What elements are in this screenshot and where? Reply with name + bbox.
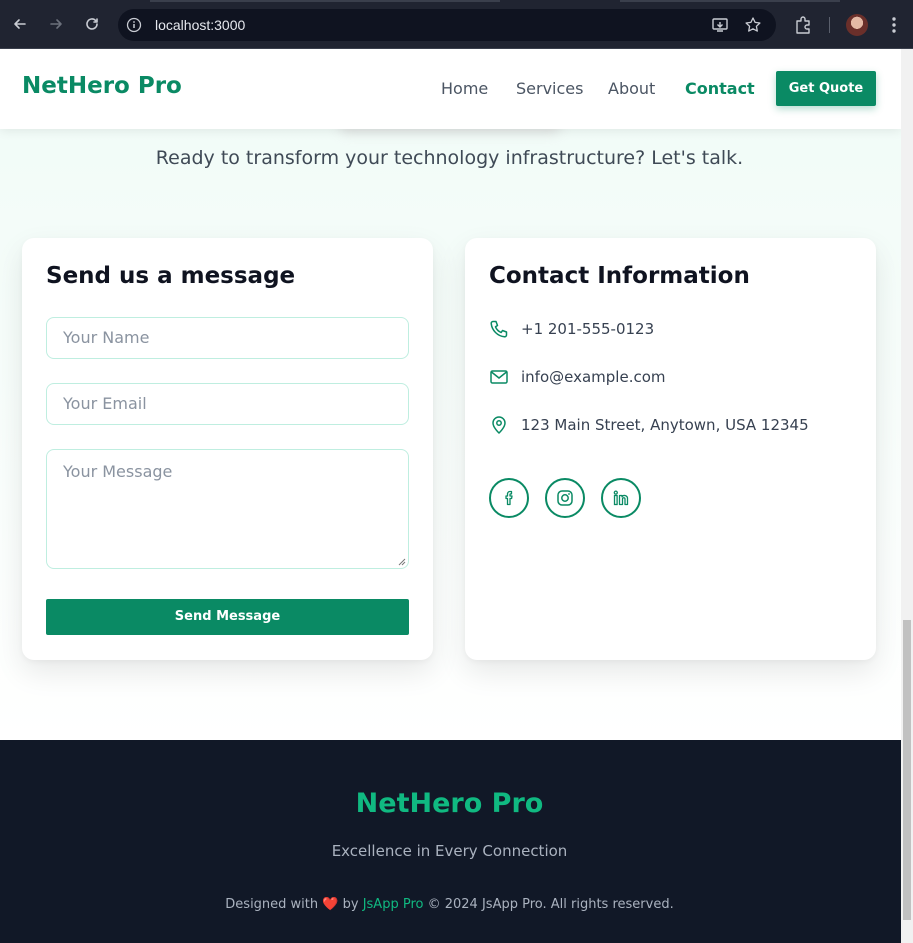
street-address: 123 Main Street, Anytown, USA 12345 (521, 416, 809, 434)
name-input[interactable]: Your Name (46, 317, 409, 359)
footer-credit: Designed with ❤️ by JsApp Pro © 2024 JsA… (0, 897, 899, 912)
phone-row: +1 201-555-0123 (489, 318, 654, 340)
facebook-icon (505, 490, 513, 506)
site-footer: NetHero Pro Excellence in Every Connecti… (0, 740, 901, 943)
contact-info-card: Contact Information +1 201-555-0123 info… (465, 238, 876, 660)
linkedin-link[interactable] (601, 478, 641, 518)
contact-subtitle: Ready to transform your technology infra… (155, 147, 744, 169)
email-input[interactable]: Your Email (46, 383, 409, 425)
nav-link-home[interactable]: Home (441, 79, 488, 98)
tab-strip (0, 0, 913, 2)
name-placeholder: Your Name (63, 328, 150, 347)
browser-toolbar: localhost:3000 (0, 0, 913, 49)
site-info-icon[interactable] (126, 17, 142, 33)
resize-handle-icon[interactable] (398, 558, 406, 566)
mail-icon (490, 370, 508, 384)
nav-link-about[interactable]: About (608, 79, 655, 98)
footer-tagline: Excellence in Every Connection (331, 842, 568, 860)
phone-icon (490, 320, 508, 338)
back-icon[interactable] (8, 12, 32, 36)
email-row: info@example.com (489, 366, 666, 388)
install-icon[interactable] (711, 16, 729, 34)
credit-copyright: © 2024 JsApp Pro. All rights reserved. (427, 897, 674, 912)
email-placeholder: Your Email (63, 394, 147, 413)
forward-icon[interactable] (44, 12, 68, 36)
message-placeholder: Your Message (63, 462, 173, 481)
tab-edge (150, 0, 500, 2)
credit-link[interactable]: JsApp Pro (363, 897, 424, 912)
email-address[interactable]: info@example.com (521, 368, 666, 386)
map-pin-icon (492, 416, 506, 435)
send-message-button[interactable]: Send Message (46, 599, 409, 635)
reload-icon[interactable] (80, 12, 104, 36)
address-bar[interactable]: localhost:3000 (118, 9, 776, 41)
facebook-link[interactable] (489, 478, 529, 518)
menu-kebab-icon[interactable] (884, 14, 904, 36)
get-quote-button[interactable]: Get Quote (776, 71, 876, 106)
bookmark-star-icon[interactable] (744, 16, 762, 34)
footer-brand: NetHero Pro (355, 788, 544, 819)
credit-by: by (342, 897, 359, 912)
instagram-icon (557, 490, 573, 506)
message-form-card: Send us a message Your Name Your Email Y… (22, 238, 433, 660)
linkedin-icon (613, 490, 629, 506)
page-viewport: Ready to transform your technology infra… (0, 49, 901, 943)
nav-link-services[interactable]: Services (516, 79, 583, 98)
brand-logo[interactable]: NetHero Pro (22, 73, 182, 99)
url-text[interactable]: localhost:3000 (155, 9, 245, 41)
toolbar-divider (829, 17, 830, 33)
page-scrollbar[interactable] (901, 49, 913, 943)
nav-link-contact[interactable]: Contact (685, 79, 755, 98)
instagram-link[interactable] (545, 478, 585, 518)
credit-prefix: Designed with (225, 897, 319, 912)
contact-section: Ready to transform your technology infra… (0, 49, 901, 740)
profile-avatar[interactable] (846, 14, 868, 36)
contact-info-title: Contact Information (489, 263, 750, 289)
form-title: Send us a message (46, 263, 296, 289)
phone-number[interactable]: +1 201-555-0123 (521, 320, 654, 338)
site-navbar: NetHero Pro Home Services About Contact … (0, 49, 901, 129)
tab-edge (620, 0, 840, 2)
extensions-icon[interactable] (793, 15, 813, 35)
heart-icon: ❤️ (322, 897, 339, 912)
message-textarea[interactable]: Your Message (46, 449, 409, 569)
scrollbar-thumb[interactable] (903, 620, 911, 920)
address-row: 123 Main Street, Anytown, USA 12345 (489, 414, 809, 436)
